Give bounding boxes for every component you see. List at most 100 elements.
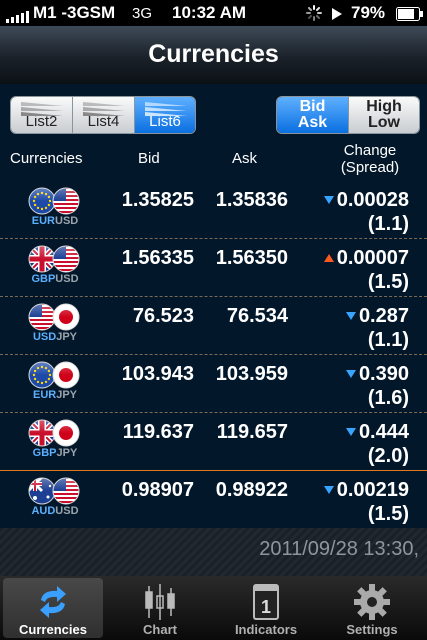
quote-code: USD [55, 215, 79, 227]
pair-codes: USDJPY [24, 331, 86, 343]
spread-value: (1.1) [367, 213, 409, 235]
bid-value: 0.98907 [121, 479, 194, 501]
bid-ask-line1: Bid [299, 98, 326, 115]
tab-currencies[interactable]: Currencies [3, 578, 103, 638]
pair-codes: EURJPY [24, 389, 86, 401]
segment-list4[interactable]: List4 [73, 97, 135, 133]
ask-value: 103.959 [215, 363, 288, 385]
change-value: 0.390 [358, 363, 409, 385]
jpy-flag-icon [52, 303, 80, 331]
usd-flag-icon [52, 245, 80, 273]
change-value: 0.287 [358, 305, 409, 327]
tab-chart[interactable]: Chart [110, 578, 210, 638]
currency-row[interactable]: EURUSD 1.35825 1.35836 0.00028 (1.1) [0, 181, 427, 239]
currency-row[interactable]: GBPJPY 119.637 119.657 0.444 (2.0) [0, 413, 427, 471]
base-code: USD [32, 331, 57, 343]
jpy-flag-icon [52, 361, 80, 389]
header-currencies: Currencies [10, 150, 83, 167]
bid-value: 76.523 [132, 305, 194, 327]
bid-value: 103.943 [121, 363, 194, 385]
currencies-table: List2 List4 List6 Bid Ask High Low Curre… [0, 84, 427, 529]
ask-value: 119.657 [216, 421, 288, 443]
tab-settings-label: Settings [346, 622, 398, 637]
change-value: 0.00028 [336, 189, 409, 211]
quote-code: USD [55, 505, 79, 517]
status-time: 10:32 AM [172, 3, 247, 22]
candlestick-icon [145, 584, 175, 620]
battery-percent: 79% [351, 3, 386, 22]
currency-pair-flags [28, 187, 84, 215]
tab-bar: Currencies Chart 1 Indicators Settings [0, 576, 427, 640]
pair-codes: GBPUSD [24, 273, 86, 285]
quote-code: JPY [56, 389, 78, 401]
base-code: GBP [32, 447, 57, 459]
battery-icon [396, 6, 424, 26]
price-mode-segment: Bid Ask High Low [276, 96, 420, 134]
spread-value: (1.6) [367, 387, 409, 409]
pair-codes: EURUSD [24, 215, 86, 227]
status-bar: M1 -3GSM 3G 10:32 AM 79% [0, 0, 427, 26]
segment-list2[interactable]: List2 [11, 97, 73, 133]
change-down-arrow-icon [345, 312, 356, 320]
ask-value: 1.56350 [215, 247, 288, 269]
tab-indicators-label: Indicators [234, 622, 298, 637]
currency-row[interactable]: AUDUSD 0.98907 0.98922 0.00219 (1.5) [0, 471, 427, 529]
ask-value: 0.98922 [215, 479, 288, 501]
carrier-name: M1 -3GSM [33, 3, 116, 22]
base-code: EUR [32, 389, 57, 401]
header-change: Change (Spread) [330, 142, 410, 176]
high-low-line1: High [366, 98, 402, 115]
change-down-arrow-icon [323, 486, 334, 494]
usd-flag-icon [52, 477, 80, 505]
change-value: 0.00007 [336, 247, 409, 269]
update-timestamp: 2011/09/28 13:30, [259, 538, 419, 560]
base-code: AUD [31, 505, 56, 517]
currency-pair-flags [28, 419, 84, 447]
bid-value: 119.637 [122, 421, 194, 443]
change-value: 0.444 [358, 421, 409, 443]
high-low-line2: Low [368, 114, 400, 131]
list-bars-icon [83, 102, 125, 116]
segment-high-low[interactable]: High Low [349, 97, 419, 133]
base-code: EUR [31, 215, 55, 227]
change-down-arrow-icon [345, 370, 356, 378]
calendar-icon: 1 [253, 584, 279, 620]
quote-code: USD [55, 273, 79, 285]
currency-pair-flags [28, 477, 84, 505]
header-change-label: Change [343, 142, 397, 159]
spread-value: (1.5) [367, 503, 409, 525]
segment-bid-ask[interactable]: Bid Ask [277, 97, 349, 133]
spread-value: (1.5) [367, 271, 409, 293]
currency-pair-flags [28, 361, 84, 389]
currency-row[interactable]: USDJPY 76.523 76.534 0.287 (1.1) [0, 297, 427, 355]
usd-flag-icon [52, 187, 80, 215]
bid-ask-line2: Ask [297, 114, 328, 131]
refresh-arrows-icon [40, 586, 66, 618]
spread-value: (2.0) [367, 445, 409, 467]
base-code: GBP [31, 273, 56, 285]
currency-pair-flags [28, 303, 84, 331]
jpy-flag-icon [52, 419, 80, 447]
tab-settings[interactable]: Settings [322, 578, 422, 638]
signal-strength-icon [6, 8, 30, 28]
calendar-icon-number: 1 [261, 597, 271, 617]
bid-value: 1.56335 [121, 247, 194, 269]
currency-row[interactable]: EURJPY 103.943 103.959 0.390 (1.6) [0, 355, 427, 413]
list-bars-icon [21, 102, 63, 116]
ask-value: 76.534 [226, 305, 288, 327]
change-value: 0.00219 [336, 479, 409, 501]
currency-row[interactable]: GBPUSD 1.56335 1.56350 0.00007 (1.5) [0, 239, 427, 297]
header-spread-label: (Spread) [340, 159, 400, 176]
update-footer: 2011/09/28 13:30, [0, 528, 427, 576]
currency-pair-flags [28, 245, 84, 273]
play-status-icon [331, 6, 343, 26]
pair-codes: AUDUSD [24, 505, 86, 517]
tab-chart-label: Chart [143, 622, 177, 637]
segment-list6[interactable]: List6 [135, 97, 195, 133]
pair-codes: GBPJPY [24, 447, 86, 459]
tab-indicators[interactable]: 1 Indicators [216, 578, 316, 638]
change-up-arrow-icon [323, 254, 334, 262]
tab-currencies-label: Currencies [19, 622, 87, 637]
spread-value: (1.1) [367, 329, 409, 351]
page-title: Currencies [148, 40, 279, 68]
